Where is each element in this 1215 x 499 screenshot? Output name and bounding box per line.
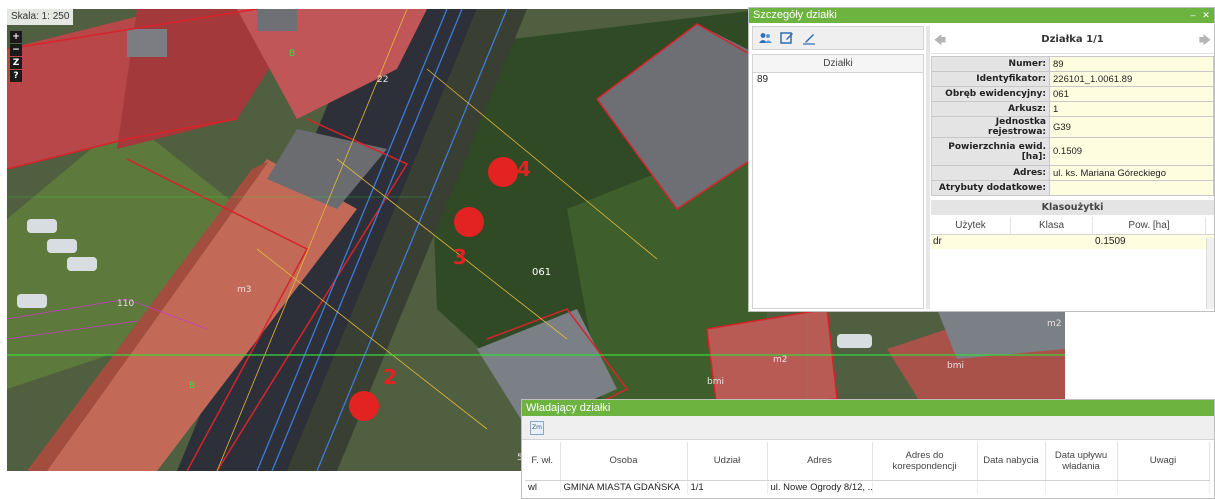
table-row: Obręb ewidencyjny: 061 [931,86,1214,102]
list-header: Działki [753,55,923,73]
cell-uzytek: dr [933,236,942,247]
cell-adres: ul. Nowe Ogrody 8/12, ... [767,480,873,494]
column-header[interactable]: F. wł. [525,442,561,481]
column-header[interactable]: Data upływu władania [1045,442,1118,481]
column-header[interactable]: Osoba [560,442,688,481]
column-header[interactable]: Pow. [ha] [1093,217,1206,234]
table-row: Jednostka rejestrowa: G39 [931,116,1214,138]
next-arrow-icon[interactable]: 🡆 [1196,31,1214,49]
scale-label: Skala: 1: 250 [7,9,74,25]
cell-data-nabycia [977,480,1046,494]
change-icon[interactable]: Zm [530,420,544,435]
attributes-table: Numer: 89 Identyfikator: 226101_1.0061.89 … [931,56,1214,196]
table-row: Atrybuty dodatkowe: [931,180,1214,196]
cell-osoba: GMINA MIASTA GDAŃSKA [560,480,688,494]
parcel-counter-title: Działka 1/1 [1041,34,1104,45]
cell-udzial: 1/1 [687,480,768,494]
page-footer [0,471,521,499]
scrollbar[interactable] [1206,238,1214,309]
cell-uwagi [1117,480,1210,494]
minimize-button[interactable]: ‒ [1188,10,1198,20]
parcel-list-column: Działki 89 [752,26,924,309]
cell-pow: 0.1509 [1095,236,1126,247]
owners-toolbar: Zm [522,416,1214,440]
help-button[interactable]: ? [10,70,22,82]
panel-title: Szczegóły działki [753,9,837,21]
map-label: B [189,381,196,391]
table-row[interactable]: dr 0.1509 [931,235,1214,249]
cell-klasa [1011,235,1093,249]
attr-value: 0.1509 [1049,137,1214,166]
panel-header: Szczegóły działki ‒ ✕ [749,8,1214,23]
edit-icon[interactable] [779,30,795,46]
attr-value [1049,180,1214,196]
column-header[interactable]: Adres [767,442,873,481]
map-label: m3 [237,285,252,295]
details-toolbar [752,26,924,50]
land-use-table-header: Użytek Klasa Pow. [ha] [931,217,1214,235]
attr-value: 1 [1049,101,1214,117]
marker-label-3: 3 [453,245,467,269]
map-label: m2 [773,355,788,365]
attr-value: ul. ks. Mariana Góreckiego [1049,165,1214,181]
owners-table: F. wł. Osoba Udział Adres Adres do kores… [525,442,1210,494]
table-row: Numer: 89 [931,56,1214,72]
cell-adres-korespondencji [872,480,978,494]
map-label: 110 [117,299,135,309]
attr-key: Numer: [931,56,1050,72]
column-header[interactable]: Data nabycia [977,442,1046,481]
land-use-section-title: Klasoużytki [931,200,1214,215]
attr-key: Jednostka rejestrowa: [931,116,1050,138]
parcel-number-label: 061 [532,267,552,278]
parcel-details-panel: Szczegóły działki ‒ ✕ Działki 89 🡄 Dział… [748,7,1215,312]
pen-icon[interactable] [801,30,817,46]
attr-value: 061 [1049,86,1214,102]
map-label: 22 [377,75,389,85]
column-header[interactable]: Adres do korespondencji [872,442,978,481]
close-button[interactable]: ✕ [1201,10,1211,20]
panel-splitter[interactable] [926,26,930,309]
attr-key: Obręb ewidencyjny: [931,86,1050,102]
marker-label-2: 2 [383,365,397,389]
table-row[interactable]: wl GMINA MIASTA GDAŃSKA 1/1 ul. Nowe Ogr… [525,480,1210,494]
cell-data-uplywu [1045,480,1118,494]
table-row: Arkusz: 1 [931,101,1214,117]
column-header[interactable]: Uwagi [1117,442,1210,481]
owners-panel: Władający działki Zm F. wł. Osoba Udział… [521,399,1215,499]
attr-key: Arkusz: [931,101,1050,117]
table-row: Identyfikator: 226101_1.0061.89 [931,71,1214,87]
cell-fwl: wl [525,480,561,494]
attr-value: G39 [1049,116,1214,138]
parcel-navigation: 🡄 Działka 1/1 🡆 [931,26,1214,54]
parcel-list: Działki 89 [752,54,924,309]
table-header-row: F. wł. Osoba Udział Adres Adres do kores… [525,442,1210,481]
list-item[interactable]: 89 [753,73,923,87]
panel-title: Władający działki [526,402,611,414]
map-label: m2 [1047,319,1062,329]
attr-key: Powierzchnia ewid. [ha]: [931,137,1050,166]
map-label: B [289,49,296,59]
column-header[interactable]: Użytek [931,217,1011,234]
map-label: bmi [707,377,724,387]
attr-value: 226101_1.0061.89 [1049,71,1214,87]
attr-key: Atrybuty dodatkowe: [931,180,1050,196]
zoom-extent-button[interactable]: Z [10,57,22,69]
zoom-out-button[interactable]: − [10,44,22,56]
map-label: bmi [947,361,964,371]
users-icon[interactable] [757,30,773,46]
attr-value: 89 [1049,56,1214,72]
table-row: Powierzchnia ewid. [ha]: 0.1509 [931,137,1214,166]
panel-header: Władający działki [522,400,1214,416]
attr-key: Identyfikator: [931,71,1050,87]
parcel-attributes-column: 🡄 Działka 1/1 🡆 Numer: 89 Identyfikator: 2… [931,26,1214,309]
marker-label-4: 4 [517,157,531,181]
zoom-in-button[interactable]: + [10,31,22,43]
column-header[interactable]: Udział [687,442,768,481]
column-header[interactable]: Klasa [1011,217,1093,234]
table-row: Adres: ul. ks. Mariana Góreckiego [931,165,1214,181]
attr-key: Adres: [931,165,1050,181]
previous-arrow-icon[interactable]: 🡄 [931,31,949,49]
